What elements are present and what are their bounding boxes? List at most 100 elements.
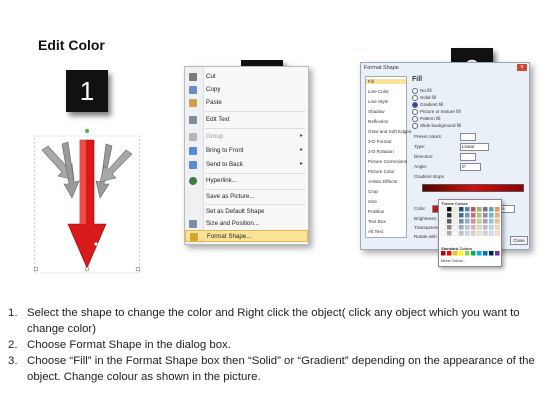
menu-item-send-to-back[interactable]: Send to Back ▸ [185, 159, 308, 171]
menu-item-format-shape[interactable]: Format Shape... [185, 230, 308, 242]
color-swatch[interactable] [494, 206, 500, 212]
color-swatch[interactable] [446, 206, 452, 212]
preset-colors-dropdown[interactable] [460, 133, 476, 141]
menu-item-bring-to-front[interactable]: Bring to Front ▸ [185, 145, 308, 157]
standard-color-swatch[interactable] [447, 251, 452, 256]
color-swatch[interactable] [446, 218, 452, 224]
category-picture-color[interactable]: Picture Color [368, 169, 395, 174]
color-swatch[interactable] [476, 224, 482, 230]
menu-item-size-and-position[interactable]: Size and Position... [185, 218, 308, 230]
color-swatch[interactable] [458, 206, 464, 212]
menu-item-hyperlink[interactable]: Hyperlink... [185, 175, 308, 187]
radio-gradient-fill[interactable]: Gradient fill [412, 102, 443, 108]
color-swatch-grid[interactable] [439, 200, 501, 266]
more-colors-link[interactable]: More Colors... [441, 258, 466, 263]
standard-color-swatch[interactable] [483, 251, 488, 256]
menu-item-copy[interactable]: Copy [185, 84, 308, 96]
color-swatch[interactable] [464, 224, 470, 230]
color-swatch[interactable] [488, 224, 494, 230]
color-swatch[interactable] [446, 230, 452, 236]
color-swatch[interactable] [452, 212, 458, 218]
standard-color-swatch[interactable] [441, 251, 446, 256]
category-reflection[interactable]: Reflection [368, 119, 388, 124]
dialog-close-button[interactable]: x [517, 64, 527, 71]
color-swatch[interactable] [470, 212, 476, 218]
color-swatch[interactable] [452, 224, 458, 230]
menu-item-paste[interactable]: Paste [185, 97, 308, 109]
color-swatch[interactable] [494, 218, 500, 224]
color-swatch[interactable] [494, 212, 500, 218]
gradient-stops-bar[interactable] [422, 184, 524, 192]
color-swatch[interactable] [482, 212, 488, 218]
color-swatch[interactable] [458, 230, 464, 236]
color-swatch[interactable] [482, 224, 488, 230]
color-swatch[interactable] [476, 206, 482, 212]
menu-item-edit-text[interactable]: Edit Text [185, 114, 308, 126]
category-position[interactable]: Position [368, 209, 384, 214]
direction-dropdown[interactable] [460, 153, 476, 161]
color-swatch[interactable] [458, 224, 464, 230]
color-swatch[interactable] [470, 206, 476, 212]
color-swatch[interactable] [440, 206, 446, 212]
color-swatch[interactable] [488, 212, 494, 218]
color-swatch[interactable] [494, 224, 500, 230]
menu-item-cut[interactable]: Cut [185, 71, 308, 83]
color-swatch[interactable] [494, 230, 500, 236]
category-shadow[interactable]: Shadow [368, 109, 385, 114]
resize-handle[interactable] [84, 266, 90, 272]
arrow-shape-group[interactable] [34, 128, 140, 274]
color-swatch[interactable] [452, 206, 458, 212]
category-line-color[interactable]: Line Color [368, 89, 389, 94]
resize-handle[interactable] [34, 266, 39, 272]
radio-slide-background-fill[interactable]: Slide background fill [412, 123, 461, 129]
dialog-close-bottom-button[interactable]: Close [510, 236, 528, 245]
color-swatch[interactable] [440, 218, 446, 224]
color-swatch[interactable] [482, 218, 488, 224]
color-swatch[interactable] [476, 230, 482, 236]
color-swatch[interactable] [440, 230, 446, 236]
color-swatch[interactable] [488, 230, 494, 236]
category-3d-format[interactable]: 3-D Format [368, 139, 391, 144]
rotation-handle[interactable] [85, 129, 89, 133]
standard-color-swatch[interactable] [495, 251, 500, 256]
menu-item-group[interactable]: Group ▸ [185, 131, 308, 143]
category-glow[interactable]: Glow and Soft Edges [368, 129, 411, 134]
color-swatch[interactable] [482, 230, 488, 236]
standard-color-swatch[interactable] [477, 251, 482, 256]
category-picture-corrections[interactable]: Picture Corrections [368, 159, 407, 164]
color-swatch[interactable] [488, 218, 494, 224]
standard-color-swatch[interactable] [465, 251, 470, 256]
color-swatch[interactable] [458, 212, 464, 218]
resize-handle[interactable] [135, 266, 140, 272]
color-swatch[interactable] [458, 218, 464, 224]
color-swatch[interactable] [452, 218, 458, 224]
color-swatch[interactable] [470, 230, 476, 236]
menu-item-set-default-shape[interactable]: Set as Default Shape [185, 206, 308, 218]
color-swatch[interactable] [482, 206, 488, 212]
radio-pattern-fill[interactable]: Pattern fill [412, 116, 440, 122]
color-swatch[interactable] [452, 230, 458, 236]
radio-picture-fill[interactable]: Picture or texture fill [412, 109, 461, 115]
color-swatch[interactable] [470, 224, 476, 230]
color-swatch[interactable] [464, 230, 470, 236]
category-fill[interactable]: Fill [366, 79, 406, 84]
menu-item-save-as-picture[interactable]: Save as Picture... [185, 191, 308, 203]
color-swatch[interactable] [470, 218, 476, 224]
adjust-handle[interactable] [93, 241, 99, 247]
color-swatch[interactable] [464, 206, 470, 212]
category-size[interactable]: Size [368, 199, 377, 204]
standard-color-swatch[interactable] [489, 251, 494, 256]
category-line-style[interactable]: Line Style [368, 99, 388, 104]
color-swatch[interactable] [440, 224, 446, 230]
radio-solid-fill[interactable]: Solid fill [412, 95, 436, 101]
color-swatch[interactable] [476, 218, 482, 224]
standard-color-swatch[interactable] [453, 251, 458, 256]
angle-input[interactable]: 0° [460, 163, 481, 171]
color-swatch[interactable] [488, 206, 494, 212]
standard-color-swatch[interactable] [471, 251, 476, 256]
radio-no-fill[interactable]: No fill [412, 88, 432, 94]
category-alt-text[interactable]: Alt Text [368, 229, 383, 234]
standard-color-swatch[interactable] [459, 251, 464, 256]
color-swatch[interactable] [464, 218, 470, 224]
category-3d-rotation[interactable]: 3-D Rotation [368, 149, 394, 154]
